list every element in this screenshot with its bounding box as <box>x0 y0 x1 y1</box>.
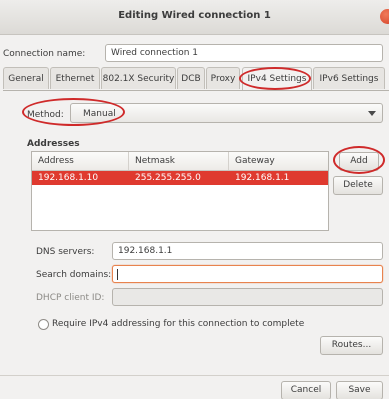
tab-bar: General Ethernet 802.1X Security DCB Pro… <box>3 67 389 91</box>
tab-ipv6-settings[interactable]: IPv6 Settings <box>313 67 385 89</box>
connection-name-label: Connection name: <box>3 49 86 59</box>
tab-8021x-security[interactable]: 802.1X Security <box>101 67 176 89</box>
dialog-window: Editing Wired connection 1 Connection na… <box>0 0 389 399</box>
addresses-table[interactable]: Address Netmask Gateway 192.168.1.10 255… <box>31 151 329 231</box>
column-header-netmask[interactable]: Netmask <box>129 152 229 170</box>
column-header-address[interactable]: Address <box>32 152 129 170</box>
netmask-cell[interactable]: 255.255.255.0 <box>129 171 201 185</box>
table-header: Address Netmask Gateway <box>32 152 328 171</box>
method-highlight-ring <box>22 98 125 126</box>
require-ipv4-label[interactable]: Require IPv4 addressing for this connect… <box>52 319 304 329</box>
routes-button[interactable]: Routes... <box>320 336 383 355</box>
tab-dcb[interactable]: DCB <box>177 67 205 89</box>
delete-button[interactable]: Delete <box>333 176 383 195</box>
dns-servers-label: DNS servers: <box>36 247 95 257</box>
dns-servers-input[interactable]: 192.168.1.1 <box>112 242 383 260</box>
add-highlight-ring <box>333 146 385 174</box>
save-button[interactable]: Save <box>336 381 383 399</box>
column-header-gateway[interactable]: Gateway <box>229 152 328 170</box>
tab-general[interactable]: General <box>3 67 49 89</box>
tab-ethernet[interactable]: Ethernet <box>50 67 100 89</box>
dhcp-client-id-label: DHCP client ID: <box>36 293 105 303</box>
ipv4-tab-highlight-ring <box>239 67 311 90</box>
address-cell[interactable]: 192.168.1.10 <box>32 171 98 185</box>
addresses-heading: Addresses <box>27 139 80 149</box>
chevron-down-icon <box>368 111 376 116</box>
close-icon[interactable] <box>380 9 389 24</box>
dhcp-client-id-input <box>112 288 383 306</box>
window-title: Editing Wired connection 1 <box>118 10 271 21</box>
search-domains-input[interactable] <box>112 265 383 283</box>
require-ipv4-checkbox[interactable] <box>38 319 49 330</box>
title-bar[interactable]: Editing Wired connection 1 <box>0 0 389 35</box>
table-row[interactable]: 192.168.1.10 255.255.255.0 192.168.1.1 <box>32 171 328 185</box>
text-caret <box>117 269 118 280</box>
connection-name-input[interactable]: Wired connection 1 <box>105 44 383 62</box>
search-domains-label: Search domains: <box>36 270 112 280</box>
gateway-cell[interactable]: 192.168.1.1 <box>229 171 289 185</box>
footer-divider <box>0 375 389 376</box>
tab-proxy[interactable]: Proxy <box>206 67 240 89</box>
cancel-button[interactable]: Cancel <box>281 381 331 399</box>
